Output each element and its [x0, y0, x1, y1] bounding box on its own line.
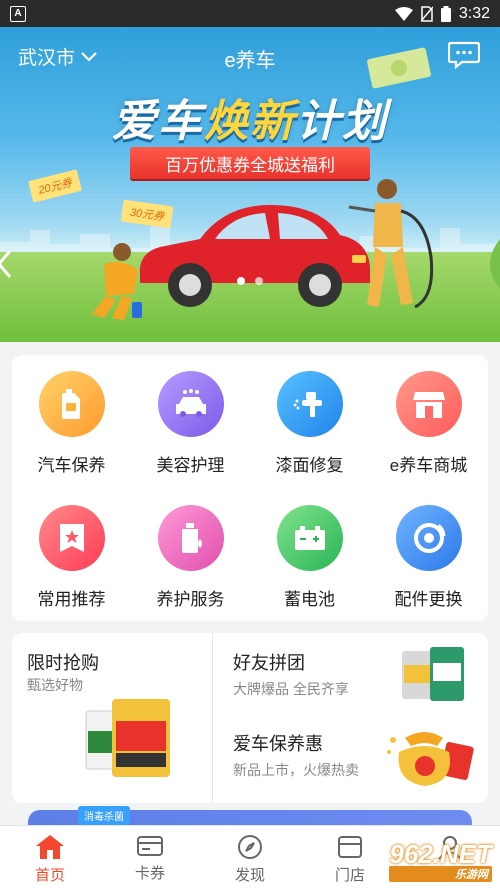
tab-coupons[interactable]: 卡券 — [100, 826, 200, 888]
service-mall[interactable]: e养车商城 — [369, 355, 488, 485]
pagination-dot[interactable] — [237, 277, 245, 285]
banner-prev-arrow-icon[interactable] — [0, 249, 12, 279]
compass-icon — [238, 835, 262, 859]
pagination-dot[interactable] — [255, 277, 263, 285]
services-grid: 汽车保养 美容护理 漆面修复 e养车商城 常用推荐 养护服务 蓄电池 配件更换 — [12, 355, 488, 621]
fluid-bottle-icon — [157, 505, 224, 571]
store-icon — [338, 836, 362, 858]
flash-sale-title: 限时抢购 — [27, 653, 99, 673]
oil-can-product-image — [85, 699, 170, 777]
service-car-maintenance[interactable]: 汽车保养 — [12, 355, 131, 485]
group-buy-subtitle: 大牌爆品 全民齐享 — [233, 681, 349, 697]
tab-label: 卡券 — [134, 865, 165, 882]
oil-bottle-product-image — [402, 647, 464, 701]
card-icon — [137, 836, 163, 856]
store-icon — [395, 371, 462, 437]
tab-label: 门店 — [334, 867, 365, 884]
service-battery[interactable]: 蓄电池 — [250, 489, 369, 619]
service-recommend[interactable]: 常用推荐 — [12, 489, 131, 619]
service-label: e养车商城 — [389, 456, 468, 475]
lucky-bag-image — [387, 732, 474, 786]
status-bar: A 3:32 — [0, 0, 500, 27]
maintenance-deal-panel[interactable]: 爱车保养惠 新品上市，火爆热卖 — [213, 718, 488, 803]
service-parts[interactable]: 配件更换 — [369, 489, 488, 619]
coupon-sticker: 20元券 — [28, 169, 83, 203]
service-care[interactable]: 养护服务 — [131, 489, 250, 619]
service-label: 漆面修复 — [275, 456, 344, 475]
flash-sale-subtitle: 甄选好物 — [27, 677, 83, 693]
message-icon[interactable] — [448, 41, 480, 69]
service-label: 蓄电池 — [284, 590, 335, 609]
banner-headline: 爱车焕新计划 — [112, 97, 388, 146]
maintenance-deal-title: 爱车保养惠 — [233, 734, 323, 754]
site-watermark: 962.NET 乐游网 — [389, 839, 492, 882]
promo-banner[interactable]: 武汉市 e养车 爱车焕新计划 百万优惠券全城送福利 20元券 30元券 — [0, 27, 500, 342]
service-label: 常用推荐 — [37, 590, 106, 609]
tab-home[interactable]: 首页 — [0, 826, 100, 888]
tab-label: 首页 — [34, 867, 65, 884]
service-label: 汽车保养 — [37, 456, 106, 475]
tab-label: 发现 — [234, 867, 265, 884]
clock: 3:32 — [458, 4, 490, 22]
money-bill-decoration — [367, 47, 431, 89]
service-paint-repair[interactable]: 漆面修复 — [250, 355, 369, 485]
service-label: 美容护理 — [156, 456, 225, 475]
maintenance-deal-subtitle: 新品上市，火爆热卖 — [233, 762, 359, 778]
group-buy-panel[interactable]: 好友拼团 大牌爆品 全民齐享 — [213, 633, 488, 718]
service-label: 养护服务 — [156, 590, 225, 609]
service-beauty-care[interactable]: 美容护理 — [131, 355, 250, 485]
service-label: 配件更换 — [394, 590, 463, 609]
home-icon — [36, 835, 64, 859]
promotions-card: 限时抢购 甄选好物 好友拼团 大牌爆品 全民齐享 爱车保养惠 新品上市，火爆热卖 — [12, 633, 488, 803]
wifi-icon — [394, 6, 413, 21]
spray-gun-icon — [276, 371, 343, 437]
car-illustration — [139, 205, 370, 307]
disinfect-tag: 消毒杀菌 — [78, 806, 130, 825]
flash-sale-panel[interactable]: 限时抢购 甄选好物 — [12, 633, 212, 803]
tab-stores[interactable]: 门店 — [300, 826, 400, 888]
brake-disc-icon — [395, 505, 462, 571]
tab-discover[interactable]: 发现 — [200, 826, 300, 888]
banner-ribbon: 百万优惠券全城送福利 — [114, 147, 386, 181]
no-sim-icon — [420, 5, 433, 22]
battery-icon — [276, 505, 343, 571]
banner-pagination — [0, 277, 500, 285]
group-buy-title: 好友拼团 — [233, 653, 305, 673]
washer-worker-illustration — [348, 179, 434, 309]
car-wash-icon — [157, 371, 224, 437]
engine-oil-icon — [38, 371, 105, 437]
battery-status-icon — [440, 5, 451, 22]
app-notification-icon: A — [10, 5, 26, 22]
bottom-tab-bar: 首页 卡券 发现 门店 我的 962.NET 乐游网 — [0, 825, 500, 888]
bookmark-star-icon — [38, 505, 105, 571]
